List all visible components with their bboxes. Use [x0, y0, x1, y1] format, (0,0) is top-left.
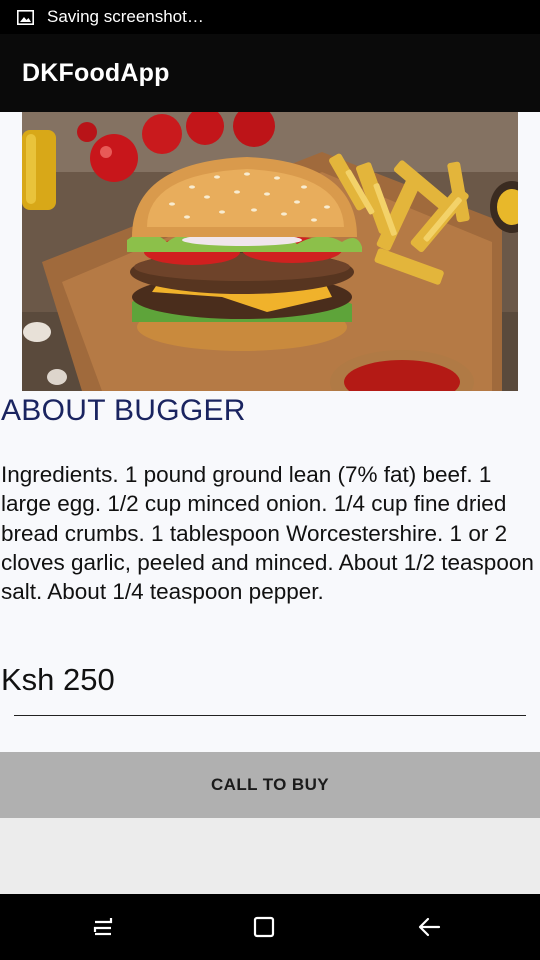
divider [14, 715, 526, 716]
product-description: Ingredients. 1 pound ground lean (7% fat… [1, 462, 534, 605]
image-icon [16, 9, 34, 25]
empty-area [0, 818, 540, 894]
app-title: DKFoodApp [22, 58, 170, 87]
burger-image [22, 112, 518, 391]
product-detail: ABOUT BUGGER Ingredients. 1 pound ground… [0, 112, 540, 818]
navigation-bar [0, 894, 540, 960]
status-bar: Saving screenshot… [0, 0, 540, 34]
back-icon[interactable] [415, 912, 445, 942]
product-price: Ksh 250 [1, 662, 115, 697]
product-title: ABOUT BUGGER [1, 394, 246, 427]
home-icon[interactable] [249, 912, 279, 942]
app-bar: DKFoodApp [0, 34, 540, 112]
status-notification-text: Saving screenshot… [47, 7, 204, 26]
call-to-buy-button[interactable]: CALL TO BUY [0, 752, 540, 818]
recents-icon[interactable] [89, 912, 119, 942]
